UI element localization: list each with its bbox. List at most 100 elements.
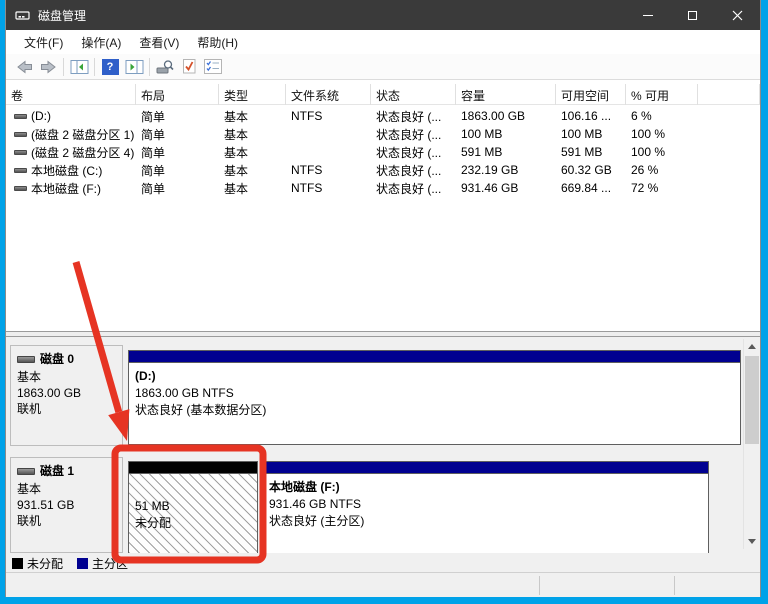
- legend-primary: 主分区: [77, 555, 128, 572]
- volume-status: 状态良好 (...: [376, 181, 442, 196]
- column-header-type[interactable]: 类型: [219, 84, 286, 105]
- volume-layout: 简单: [141, 181, 166, 196]
- volume-name: (D:): [31, 109, 51, 123]
- volume-capacity: 931.46 GB: [461, 181, 519, 195]
- show-console-tree-button[interactable]: [67, 56, 91, 78]
- menu-help[interactable]: 帮助(H): [188, 31, 247, 54]
- check-disk-button[interactable]: [177, 56, 201, 78]
- partition-size: 931.46 GB NTFS: [269, 497, 362, 511]
- table-row[interactable]: (磁盘 2 磁盘分区 1) 简单 基本 状态良好 (... 100 MB 100…: [6, 125, 760, 143]
- vertical-scrollbar[interactable]: [743, 339, 759, 549]
- properties-list-button[interactable]: [201, 56, 225, 78]
- volume-capacity: 591 MB: [461, 145, 503, 159]
- volume-free-pct: 6 %: [631, 109, 652, 123]
- partition-name: (D:): [135, 369, 156, 383]
- back-button[interactable]: [12, 56, 36, 78]
- column-header-filesystem[interactable]: 文件系统: [286, 84, 371, 105]
- menu-view[interactable]: 查看(V): [130, 31, 188, 54]
- disk-name: 磁盘 0: [40, 352, 75, 366]
- chevron-down-icon: [748, 539, 756, 544]
- disk-kind: 基本: [17, 370, 42, 384]
- partition-legend: 未分配 主分区: [12, 555, 136, 572]
- disk0-label-box[interactable]: 磁盘 0 基本 1863.00 GB 联机: [10, 345, 123, 446]
- volume-type: 基本: [224, 145, 249, 160]
- column-header-capacity[interactable]: 容量: [456, 84, 556, 105]
- chevron-up-icon: [748, 344, 756, 349]
- disk-view-button[interactable]: [153, 56, 177, 78]
- volume-list-pane: 卷 布局 类型 文件系统 状态 容量 可用空间 % 可用 (D:) 简单 基本 …: [6, 80, 760, 331]
- disk1-partition-f[interactable]: 本地磁盘 (F:) 931.46 GB NTFS 状态良好 (主分区): [262, 461, 709, 553]
- partition-name: 本地磁盘 (F:): [269, 480, 340, 494]
- disk-drive-icon: [15, 8, 31, 22]
- disk-graphical-pane: 磁盘 0 基本 1863.00 GB 联机 (D:) 1863.00 GB NT…: [6, 337, 760, 572]
- disk1-unallocated-region[interactable]: 51 MB 未分配: [128, 461, 258, 553]
- desktop: { "window": { "title": "磁盘管理" }, "menu":…: [0, 0, 768, 604]
- close-button[interactable]: [715, 0, 760, 30]
- disk-management-window: 磁盘管理 文件(F) 操作(A) 查看(V) 帮助(H) ? 卷 布局 类型 文…: [5, 0, 761, 597]
- volume-layout: 简单: [141, 109, 166, 124]
- volume-free: 100 MB: [561, 127, 603, 141]
- disk1-label-box[interactable]: 磁盘 1 基本 931.51 GB 联机: [10, 457, 123, 553]
- unallocated-swatch: [12, 558, 23, 569]
- disk-state: 联机: [17, 514, 42, 528]
- minimize-button[interactable]: [625, 0, 670, 30]
- volume-layout: 简单: [141, 145, 166, 160]
- help-button[interactable]: ?: [98, 56, 122, 78]
- volume-fs: NTFS: [291, 181, 323, 195]
- partition-size: 1863.00 GB NTFS: [135, 386, 234, 400]
- console-tree-icon: [70, 59, 88, 74]
- table-row[interactable]: (磁盘 2 磁盘分区 4) 简单 基本 状态良好 (... 591 MB 591…: [6, 143, 760, 161]
- toolbar-separator: [149, 57, 150, 76]
- volume-fs: NTFS: [291, 163, 323, 177]
- table-row[interactable]: 本地磁盘 (C:) 简单 基本 NTFS 状态良好 (... 232.19 GB…: [6, 161, 760, 179]
- volume-icon: [14, 167, 27, 173]
- volume-type: 基本: [224, 181, 249, 196]
- volume-type: 基本: [224, 163, 249, 178]
- toolbar: ?: [6, 54, 760, 80]
- volume-free: 591 MB: [561, 145, 603, 159]
- volume-name: (磁盘 2 磁盘分区 1): [31, 127, 135, 142]
- volume-name: 本地磁盘 (F:): [31, 181, 101, 196]
- scrollbar-thumb[interactable]: [745, 356, 759, 444]
- show-action-pane-button[interactable]: [122, 56, 146, 78]
- action-pane-icon: [125, 59, 143, 74]
- status-bar-divider: [674, 576, 675, 595]
- volume-free: 60.32 GB: [561, 163, 612, 177]
- menu-file[interactable]: 文件(F): [15, 31, 72, 54]
- title-bar[interactable]: 磁盘管理: [6, 0, 760, 30]
- minimize-icon: [642, 14, 653, 16]
- primary-partition-bar: [129, 351, 740, 363]
- primary-partition-bar: [263, 462, 708, 474]
- volume-free-pct: 100 %: [631, 145, 666, 159]
- column-header-volume[interactable]: 卷: [6, 84, 136, 105]
- back-arrow-icon: [16, 59, 32, 74]
- volume-status: 状态良好 (...: [376, 127, 442, 142]
- table-row[interactable]: 本地磁盘 (F:) 简单 基本 NTFS 状态良好 (... 931.46 GB…: [6, 179, 760, 197]
- volume-status: 状态良好 (...: [376, 145, 442, 160]
- partition-status: 状态良好 (主分区): [269, 514, 365, 528]
- maximize-button[interactable]: [670, 0, 715, 30]
- volume-free-pct: 100 %: [631, 127, 666, 141]
- menu-bar: 文件(F) 操作(A) 查看(V) 帮助(H): [6, 30, 760, 54]
- table-row[interactable]: (D:) 简单 基本 NTFS 状态良好 (... 1863.00 GB 106…: [6, 107, 760, 125]
- volume-icon: [14, 149, 27, 155]
- column-header-free-pct[interactable]: % 可用: [626, 84, 698, 105]
- volume-status: 状态良好 (...: [376, 109, 442, 124]
- column-header-layout[interactable]: 布局: [136, 84, 219, 105]
- volume-type: 基本: [224, 109, 249, 124]
- partition-status: 状态良好 (基本数据分区): [135, 403, 267, 417]
- forward-button[interactable]: [36, 56, 60, 78]
- menu-action[interactable]: 操作(A): [72, 31, 130, 54]
- volume-name: (磁盘 2 磁盘分区 4): [31, 145, 135, 160]
- toolbar-separator: [63, 57, 64, 76]
- volume-layout: 简单: [141, 163, 166, 178]
- scroll-down-button[interactable]: [744, 534, 760, 549]
- status-bar-divider: [539, 576, 540, 595]
- document-check-icon: [182, 59, 195, 74]
- disk0-partition-d[interactable]: (D:) 1863.00 GB NTFS 状态良好 (基本数据分区): [128, 350, 741, 445]
- scroll-up-button[interactable]: [744, 339, 760, 354]
- legend-primary-label: 主分区: [92, 557, 129, 571]
- column-header-status[interactable]: 状态: [371, 84, 456, 105]
- disk-state: 联机: [17, 402, 42, 416]
- column-header-free-space[interactable]: 可用空间: [556, 84, 626, 105]
